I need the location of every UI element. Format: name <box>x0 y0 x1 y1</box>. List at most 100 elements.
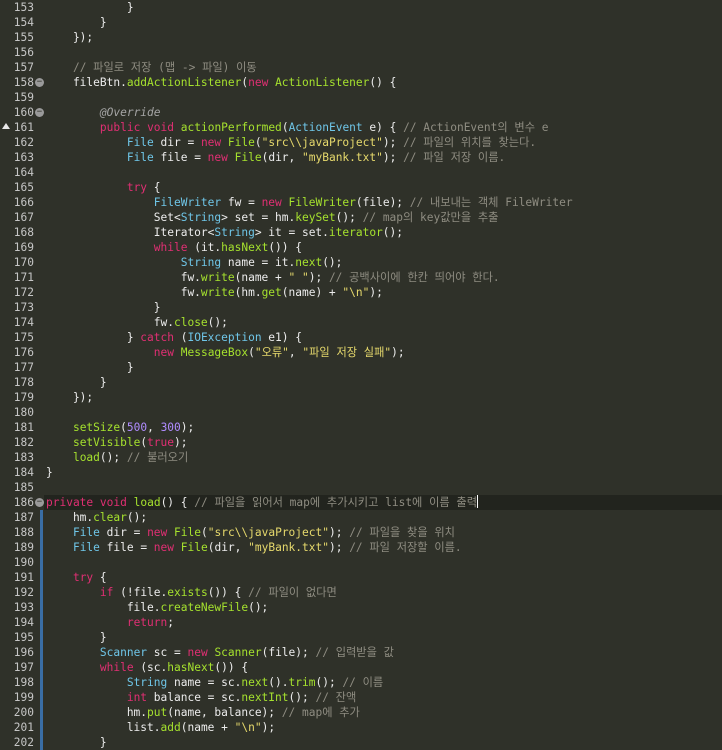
code-line[interactable]: 156 <box>0 45 722 60</box>
line-gutter[interactable]: 190 <box>0 555 44 570</box>
line-gutter[interactable]: 192 <box>0 585 44 600</box>
code-line[interactable]: 193 file.createNewFile(); <box>0 600 722 615</box>
code-line[interactable]: 172 fw.write(hm.get(name) + "\n"); <box>0 285 722 300</box>
code-line[interactable]: 200 hm.put(name, balance); // map에 추가 <box>0 705 722 720</box>
code-line[interactable]: 182 setVisible(true); <box>0 435 722 450</box>
line-gutter[interactable]: 169 <box>0 240 44 255</box>
line-gutter[interactable]: 178 <box>0 375 44 390</box>
line-gutter[interactable]: 171 <box>0 270 44 285</box>
code-line[interactable]: 188 File dir = new File("src\\javaProjec… <box>0 525 722 540</box>
code-line[interactable]: 180 <box>0 405 722 420</box>
code-line[interactable]: 159 <box>0 90 722 105</box>
line-gutter[interactable]: 158− <box>0 75 44 90</box>
code-line[interactable]: 197 while (sc.hasNext()) { <box>0 660 722 675</box>
line-gutter[interactable]: 168 <box>0 225 44 240</box>
code-line[interactable]: 202 } <box>0 735 722 750</box>
line-gutter[interactable]: 183 <box>0 450 44 465</box>
code-line[interactable]: 167 Set<String> set = hm.keySet(); // ma… <box>0 210 722 225</box>
line-gutter[interactable]: 174 <box>0 315 44 330</box>
line-gutter[interactable]: 188 <box>0 525 44 540</box>
code-line[interactable]: 158− fileBtn.addActionListener(new Actio… <box>0 75 722 90</box>
line-gutter[interactable]: 153 <box>0 0 44 15</box>
line-gutter[interactable]: 170 <box>0 255 44 270</box>
line-gutter[interactable]: 202 <box>0 735 44 750</box>
line-gutter[interactable]: 197 <box>0 660 44 675</box>
line-gutter[interactable]: 180 <box>0 405 44 420</box>
line-gutter[interactable]: 173 <box>0 300 44 315</box>
override-marker-icon[interactable] <box>2 123 10 129</box>
line-gutter[interactable]: 191 <box>0 570 44 585</box>
code-line[interactable]: 198 String name = sc.next().trim(); // 이… <box>0 675 722 690</box>
code-line[interactable]: 184} <box>0 465 722 480</box>
code-line[interactable]: 191 try { <box>0 570 722 585</box>
code-line[interactable]: 195 } <box>0 630 722 645</box>
line-gutter[interactable]: 167 <box>0 210 44 225</box>
line-gutter[interactable]: 163 <box>0 150 44 165</box>
code-line[interactable]: 168 Iterator<String> it = set.iterator()… <box>0 225 722 240</box>
code-line[interactable]: 187 hm.clear(); <box>0 510 722 525</box>
fold-collapse-icon[interactable]: − <box>35 498 44 507</box>
line-gutter[interactable]: 157 <box>0 60 44 75</box>
code-line[interactable]: 192 if (!file.exists()) { // 파일이 없다면 <box>0 585 722 600</box>
line-gutter[interactable]: 176 <box>0 345 44 360</box>
code-line[interactable]: 153 } <box>0 0 722 15</box>
code-line[interactable]: 161 public void actionPerformed(ActionEv… <box>0 120 722 135</box>
line-gutter[interactable]: 201 <box>0 720 44 735</box>
code-line[interactable]: 175 } catch (IOException e1) { <box>0 330 722 345</box>
code-line[interactable]: 194 return; <box>0 615 722 630</box>
code-editor[interactable]: 153 } 154 } 155 }); 156 157 // 파일로 저장 (맵 -> … <box>0 0 722 750</box>
line-gutter[interactable]: 195 <box>0 630 44 645</box>
code-line[interactable]: 181 setSize(500, 300); <box>0 420 722 435</box>
code-line[interactable]: 157 // 파일로 저장 (맵 -> 파일) 이동 <box>0 60 722 75</box>
line-gutter[interactable]: 185 <box>0 480 44 495</box>
code-line[interactable]: 196 Scanner sc = new Scanner(file); // 입… <box>0 645 722 660</box>
line-gutter[interactable]: 175 <box>0 330 44 345</box>
line-gutter[interactable]: 159 <box>0 90 44 105</box>
line-gutter[interactable]: 182 <box>0 435 44 450</box>
line-gutter[interactable]: 198 <box>0 675 44 690</box>
line-gutter[interactable]: 165 <box>0 180 44 195</box>
code-line[interactable]: 178 } <box>0 375 722 390</box>
line-gutter[interactable]: 156 <box>0 45 44 60</box>
line-gutter[interactable]: 184 <box>0 465 44 480</box>
code-line[interactable]: 199 int balance = sc.nextInt(); // 잔액 <box>0 690 722 705</box>
code-line[interactable]: 173 } <box>0 300 722 315</box>
code-line[interactable]: 165 try { <box>0 180 722 195</box>
line-gutter[interactable]: 154 <box>0 15 44 30</box>
code-line[interactable]: 176 new MessageBox("오류", "파일 저장 실패"); <box>0 345 722 360</box>
code-line[interactable]: 169 while (it.hasNext()) { <box>0 240 722 255</box>
code-line[interactable]: 186− private void load() { // 파일을 읽어서 map… <box>0 495 722 510</box>
code-line[interactable]: 163 File file = new File(dir, "myBank.tx… <box>0 150 722 165</box>
line-gutter[interactable]: 199 <box>0 690 44 705</box>
code-line[interactable]: 185 <box>0 480 722 495</box>
line-gutter[interactable]: 161 <box>0 120 44 135</box>
code-line[interactable]: 166 FileWriter fw = new FileWriter(file)… <box>0 195 722 210</box>
line-gutter[interactable]: 164 <box>0 165 44 180</box>
line-gutter[interactable]: 189 <box>0 540 44 555</box>
code-line[interactable]: 174 fw.close(); <box>0 315 722 330</box>
line-gutter[interactable]: 162 <box>0 135 44 150</box>
code-line[interactable]: 155 }); <box>0 30 722 45</box>
code-line[interactable]: 177 } <box>0 360 722 375</box>
code-line[interactable]: 154 } <box>0 15 722 30</box>
line-gutter[interactable]: 200 <box>0 705 44 720</box>
code-line[interactable]: 179 }); <box>0 390 722 405</box>
line-gutter[interactable]: 186− <box>0 495 44 510</box>
line-gutter[interactable]: 166 <box>0 195 44 210</box>
fold-collapse-icon[interactable]: − <box>35 78 44 87</box>
line-gutter[interactable]: 155 <box>0 30 44 45</box>
code-line[interactable]: 171 fw.write(name + " "); // 공백사이에 한칸 띄어… <box>0 270 722 285</box>
line-gutter[interactable]: 181 <box>0 420 44 435</box>
code-line[interactable]: 170 String name = it.next(); <box>0 255 722 270</box>
line-gutter[interactable]: 177 <box>0 360 44 375</box>
fold-collapse-icon[interactable]: − <box>35 108 44 117</box>
code-line[interactable]: 201 list.add(name + "\n"); <box>0 720 722 735</box>
code-line[interactable]: 160− @Override <box>0 105 722 120</box>
line-gutter[interactable]: 194 <box>0 615 44 630</box>
code-line[interactable]: 162 File dir = new File("src\\javaProjec… <box>0 135 722 150</box>
line-gutter[interactable]: 196 <box>0 645 44 660</box>
code-line[interactable]: 164 <box>0 165 722 180</box>
line-gutter[interactable]: 193 <box>0 600 44 615</box>
line-gutter[interactable]: 179 <box>0 390 44 405</box>
code-line[interactable]: 190 <box>0 555 722 570</box>
